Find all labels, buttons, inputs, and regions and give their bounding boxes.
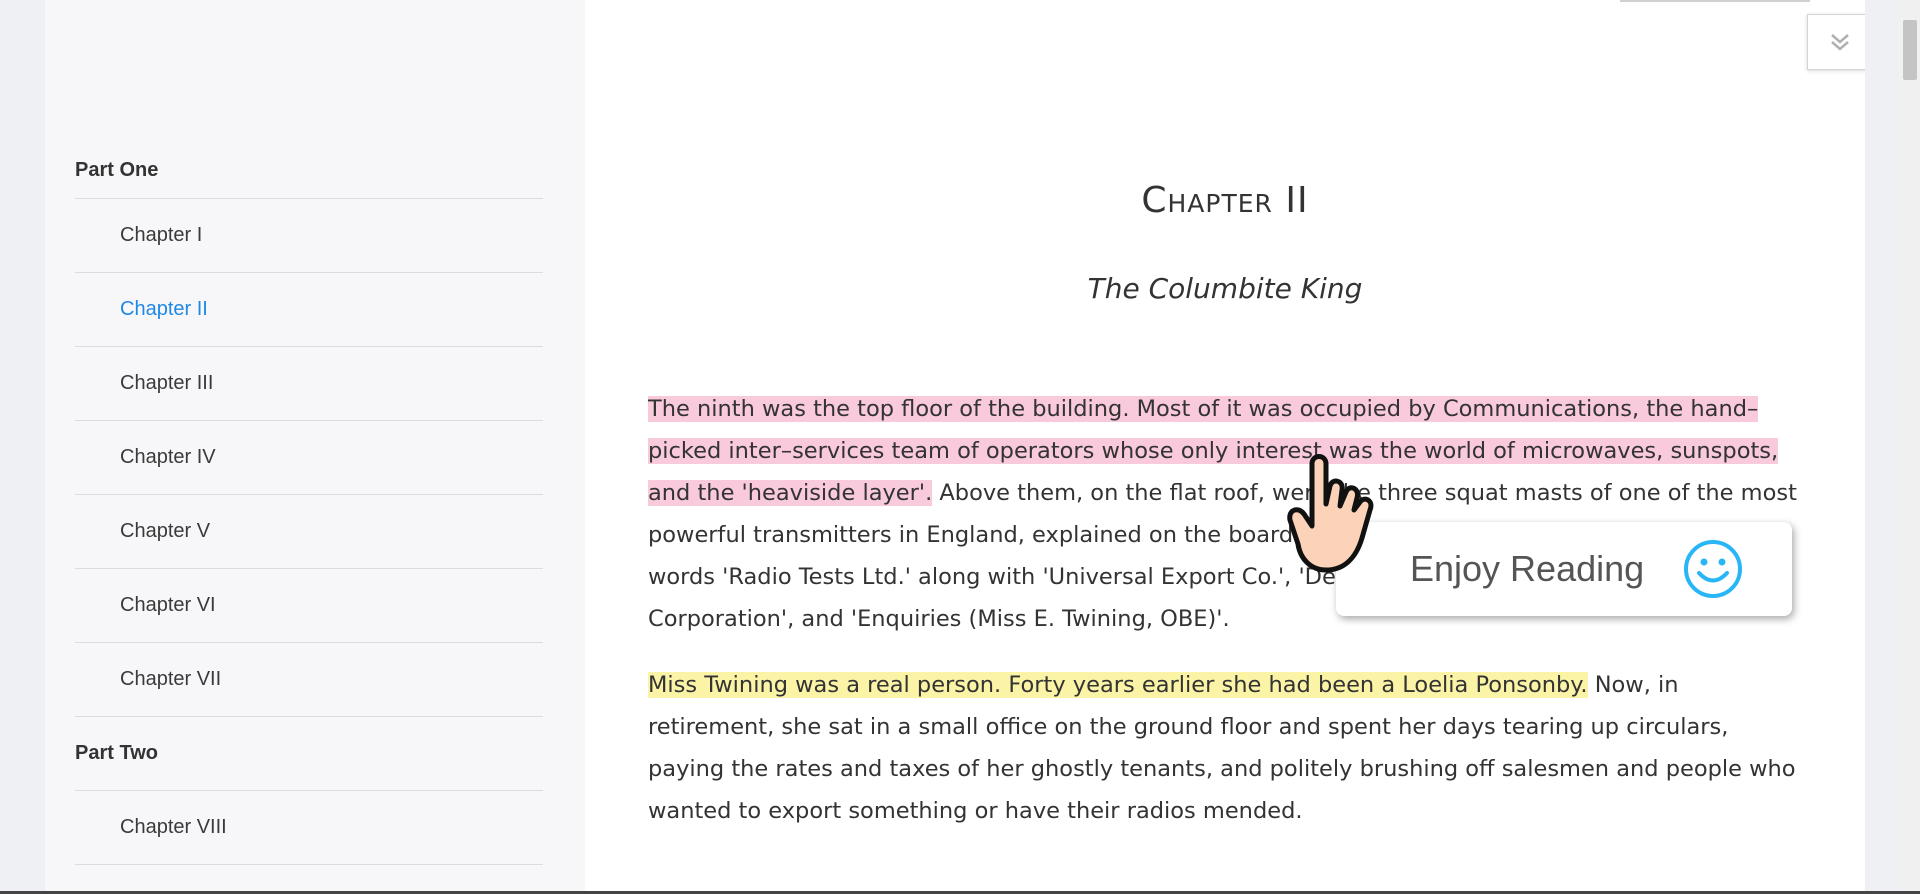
chapter-subtitle: The Columbite King <box>1087 272 1363 305</box>
chapter-title: Chapter II <box>1141 180 1309 221</box>
top-divider <box>1620 0 1810 2</box>
reading-pane: Chapter II The Columbite King The ninth … <box>585 0 1865 894</box>
scrollbar-thumb[interactable] <box>1903 20 1917 80</box>
chapter-body: The ninth was the top floor of the build… <box>648 388 1802 856</box>
toc-chapter-iv[interactable]: Chapter IV <box>75 421 543 495</box>
yellow-highlight[interactable]: Miss Twining was a real person. Forty ye… <box>648 672 1588 698</box>
table-of-contents-sidebar: Part One Chapter I Chapter II Chapter II… <box>45 0 585 894</box>
toc-chapter-vii[interactable]: Chapter VII <box>75 643 543 717</box>
scrollbar[interactable] <box>1900 0 1920 894</box>
toc-chapter-v[interactable]: Chapter V <box>75 495 543 569</box>
toc-chapter-i[interactable]: Chapter I <box>75 199 543 273</box>
toc-chapter-iii[interactable]: Chapter III <box>75 347 543 421</box>
smiley-icon <box>1684 540 1742 598</box>
toc-chapter-viii[interactable]: Chapter VIII <box>75 791 543 865</box>
pointing-hand-cursor-icon <box>1287 454 1374 573</box>
toc-part-two[interactable]: Part Two <box>75 717 543 791</box>
toc-chapter-vi[interactable]: Chapter VI <box>75 569 543 643</box>
left-gutter <box>0 0 45 894</box>
toc-chapter-ii[interactable]: Chapter II <box>75 273 543 347</box>
enjoy-reading-popup: Enjoy Reading <box>1336 522 1792 616</box>
toc-part-one[interactable]: Part One <box>75 142 543 199</box>
enjoy-reading-text: Enjoy Reading <box>1410 548 1645 589</box>
scroll-down-button[interactable] <box>1807 14 1865 70</box>
toc-list: Part One Chapter I Chapter II Chapter II… <box>75 142 543 865</box>
paragraph-2[interactable]: Miss Twining was a real person. Forty ye… <box>648 664 1802 832</box>
double-chevron-down-icon <box>1831 34 1849 51</box>
